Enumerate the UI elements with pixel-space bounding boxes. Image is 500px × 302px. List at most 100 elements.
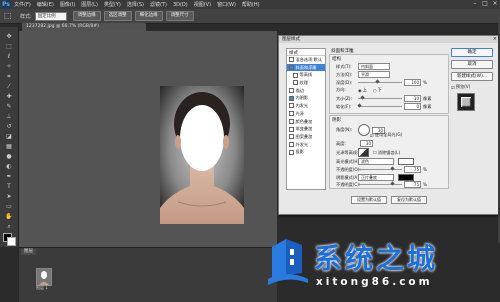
shape-tool-icon[interactable]: ▭ <box>3 203 15 211</box>
style-checkbox-icon[interactable] <box>289 149 294 155</box>
dodge-tool-icon[interactable]: ◐ <box>3 163 15 171</box>
history-brush-icon[interactable]: ↺ <box>3 123 15 131</box>
style-item-8[interactable]: 颜色叠加 <box>287 118 325 126</box>
blur-tool-icon[interactable]: ● <box>3 153 15 161</box>
style-checkbox-icon[interactable] <box>289 57 294 63</box>
background-color-swatch[interactable] <box>7 237 16 246</box>
marquee-tool-icon[interactable]: ⬚ <box>3 43 15 51</box>
menu-window[interactable]: 窗口(W) <box>217 1 236 8</box>
options-button-3[interactable]: 细化边缘 <box>134 11 163 21</box>
shadow-mode-select[interactable]: 正片叠底 <box>358 174 394 181</box>
style-checkbox-icon[interactable] <box>289 88 294 94</box>
options-button-2[interactable]: 选区调整 <box>103 11 132 21</box>
options-button-4[interactable]: 调整尺寸 <box>165 11 194 21</box>
style-item-11[interactable]: 外发光 <box>287 141 325 149</box>
style-checkbox-icon[interactable] <box>293 80 298 86</box>
global-light-checkbox-icon[interactable]: ☑ <box>370 133 374 138</box>
shadow-opacity-slider[interactable] <box>358 181 402 187</box>
style-item-7[interactable]: 光泽 <box>287 110 325 118</box>
style-checkbox-icon[interactable] <box>289 111 294 117</box>
document-photo[interactable] <box>160 86 244 224</box>
style-checkbox-icon[interactable] <box>289 141 294 147</box>
menu-file[interactable]: 文件(F) <box>14 1 31 8</box>
marquee-tool-icon[interactable]: ⬚ <box>4 11 14 21</box>
menu-type[interactable]: 类型(Y) <box>104 1 121 8</box>
style-checkbox-icon[interactable] <box>289 118 294 124</box>
size-input[interactable]: 10 <box>404 95 421 102</box>
menu-image[interactable]: 图像(I) <box>60 1 75 8</box>
path-select-icon[interactable]: ➤ <box>3 193 15 201</box>
menu-filter[interactable]: 滤镜(T) <box>150 1 167 8</box>
brush-tool-icon[interactable]: ✎ <box>3 103 15 111</box>
soften-slider[interactable] <box>357 103 402 109</box>
hand-tool-icon[interactable]: ✋ <box>3 213 15 221</box>
style-item-3[interactable]: 纹理 <box>287 79 325 87</box>
depth-slider[interactable] <box>358 79 402 85</box>
menu-edit[interactable]: 编辑(E) <box>37 1 54 8</box>
gradient-icon[interactable]: ▦ <box>3 143 15 151</box>
style-checkbox-icon[interactable] <box>289 65 294 71</box>
style-item-0[interactable]: 混合选项:默认 <box>287 56 325 64</box>
move-tool-icon[interactable]: ✥ <box>3 33 15 41</box>
options-button-1[interactable]: 调整边缘 <box>72 11 101 21</box>
style-checkbox-icon[interactable] <box>289 95 294 101</box>
direction-up-radio-icon[interactable]: ◉ <box>358 88 362 93</box>
style-item-2[interactable]: 等高线 <box>287 71 325 79</box>
magic-wand-icon[interactable]: ✧ <box>3 63 15 71</box>
highlight-opacity-slider[interactable] <box>358 166 402 172</box>
shadow-opacity-input[interactable]: 75 <box>404 181 421 188</box>
style-checkbox-icon[interactable] <box>289 134 294 140</box>
shadow-color-swatch[interactable] <box>398 174 414 181</box>
style-item-12[interactable]: 投影 <box>287 148 325 156</box>
highlight-color-swatch[interactable] <box>398 158 414 165</box>
cancel-button[interactable]: 取消 <box>451 60 493 69</box>
eyedropper-icon[interactable]: ⁄ <box>3 83 15 91</box>
layer-thumbnail[interactable] <box>36 268 52 286</box>
clone-stamp-icon[interactable]: ⊥ <box>3 113 15 121</box>
gloss-contour-swatch[interactable] <box>358 148 369 157</box>
document-tab[interactable]: 1237282.jpg @ 66.7% (RGB/8#) <box>22 23 146 31</box>
minimize-icon[interactable]: – <box>472 1 478 7</box>
new-style-button[interactable]: 新建样式(W)... <box>451 72 493 81</box>
size-slider[interactable] <box>358 95 402 101</box>
style-item-5[interactable]: 内阴影 <box>287 94 325 102</box>
style-item-6[interactable]: 内发光 <box>287 102 325 110</box>
lasso-tool-icon[interactable]: ℓ <box>3 53 15 61</box>
reset-default-button[interactable]: 复位为默认值 <box>391 196 427 204</box>
menu-help[interactable]: 帮助(H) <box>242 1 260 8</box>
zoom-tool-icon[interactable]: ⌕ <box>3 223 15 231</box>
style-item-1[interactable]: 斜面和浮雕 <box>287 63 325 72</box>
menu-3d[interactable]: 3D(D) <box>173 2 188 8</box>
type-tool-icon[interactable]: T <box>3 183 15 191</box>
menu-select[interactable]: 选择(S) <box>127 1 144 8</box>
style-checkbox-icon[interactable] <box>289 103 294 109</box>
close-icon[interactable]: × <box>492 1 498 7</box>
pen-tool-icon[interactable]: ✒ <box>3 173 15 181</box>
ok-button[interactable]: 确定 <box>451 48 493 57</box>
healing-brush-icon[interactable]: ✚ <box>3 93 15 101</box>
style-item-9[interactable]: 渐变叠加 <box>287 125 325 133</box>
angle-dial-icon[interactable] <box>358 124 370 136</box>
anti-alias-checkbox-icon[interactable]: ☐ <box>373 150 377 155</box>
altitude-input[interactable]: 30 <box>360 140 373 147</box>
menu-layer[interactable]: 图层(L) <box>81 1 98 8</box>
depth-input[interactable]: 100 <box>404 79 421 86</box>
crop-tool-icon[interactable]: ⌗ <box>3 73 15 81</box>
style-select[interactable]: 内斜面 <box>358 63 390 70</box>
highlight-opacity-input[interactable]: 75 <box>404 166 421 173</box>
make-default-button[interactable]: 设置为默认值 <box>351 196 387 204</box>
direction-down-radio-icon[interactable]: ○ <box>373 88 377 93</box>
preview-checkbox-icon[interactable]: ☑ <box>451 85 455 90</box>
eraser-icon[interactable]: ◪ <box>3 133 15 141</box>
highlight-mode-select[interactable]: 滤色 <box>358 158 394 165</box>
style-item-4[interactable]: 描边 <box>287 87 325 95</box>
dialog-close-icon[interactable]: × <box>493 36 497 43</box>
styles-header[interactable]: 样式 <box>287 49 325 56</box>
style-checkbox-icon[interactable] <box>289 126 294 132</box>
method-select[interactable]: 平滑 <box>358 71 390 78</box>
layers-tab[interactable]: 图层 <box>21 249 36 255</box>
maximize-icon[interactable]: □ <box>482 1 488 7</box>
menu-view[interactable]: 视图(V) <box>194 1 211 8</box>
style-item-10[interactable]: 图案叠加 <box>287 133 325 141</box>
soften-input[interactable]: 0 <box>404 103 421 110</box>
